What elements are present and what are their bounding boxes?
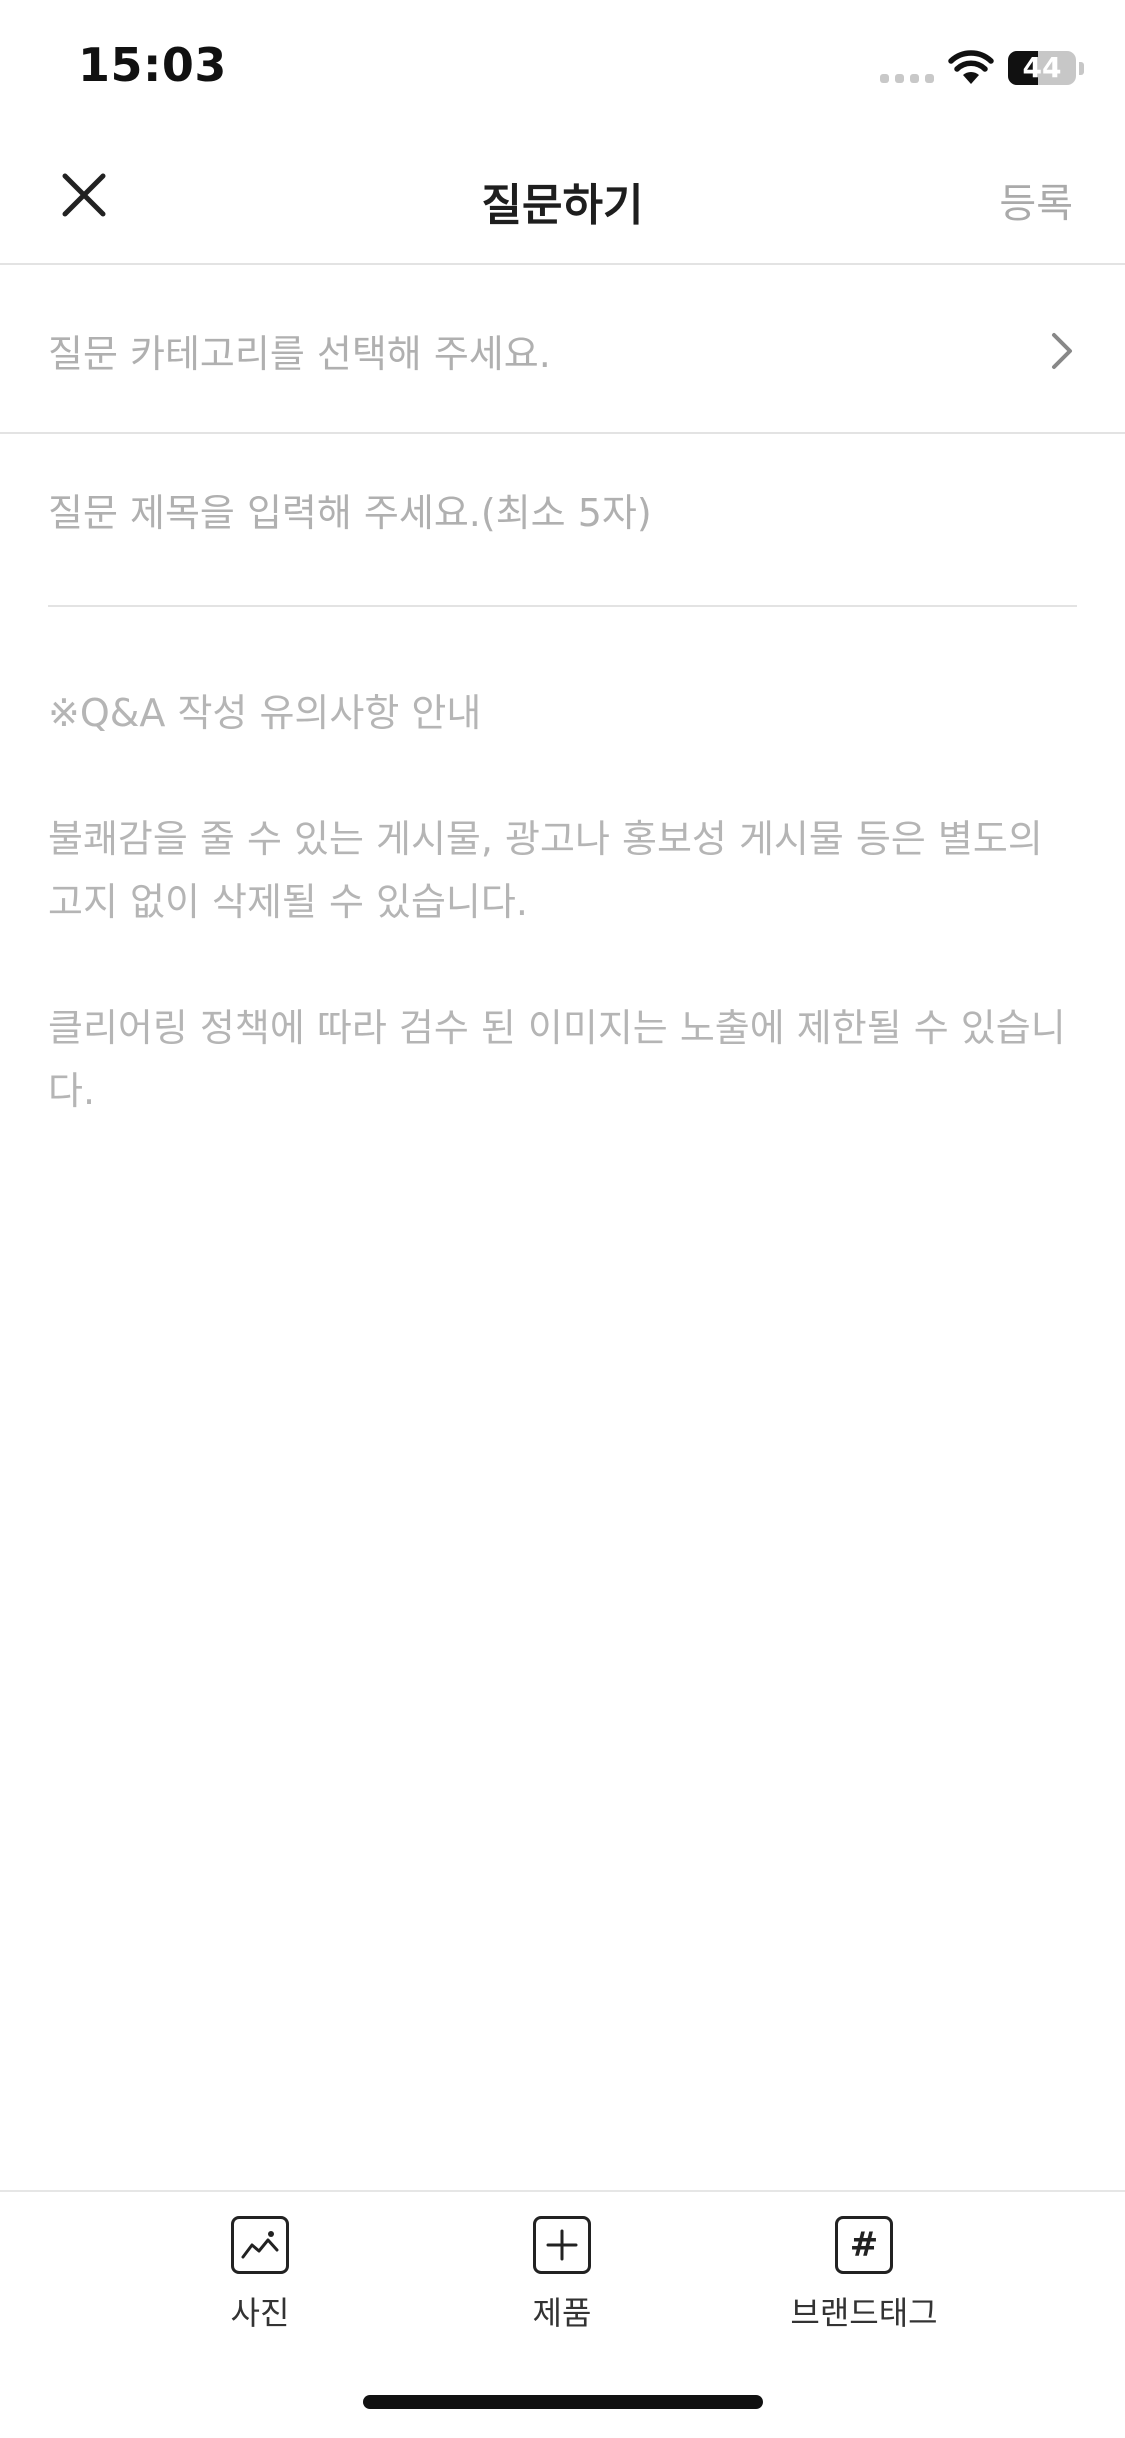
guide-paragraph: 클리어링 정책에 따라 검수 된 이미지는 노출에 제한될 수 있습니다. xyxy=(48,1006,1066,1113)
divider xyxy=(48,605,1077,607)
chevron-right-icon xyxy=(1052,333,1072,369)
question-body-area[interactable]: ※Q&A 작성 유의사항 안내 불쾌감을 줄 수 있는 게시물, 광고나 홍보성… xyxy=(48,682,1083,1186)
battery-percent: 44 xyxy=(1022,51,1062,84)
register-button[interactable]: 등록 xyxy=(999,171,1073,229)
brandtag-label: 브랜드태그 xyxy=(790,2294,938,2332)
product-label: 제품 xyxy=(532,2294,592,2332)
question-title-input[interactable] xyxy=(48,483,1077,543)
product-button[interactable]: 제품 xyxy=(452,2216,672,2334)
brandtag-button[interactable]: # 브랜드태그 xyxy=(754,2216,974,2334)
photo-icon xyxy=(231,2216,289,2274)
wifi-icon xyxy=(948,50,994,84)
plus-icon xyxy=(533,2216,591,2274)
home-indicator[interactable] xyxy=(363,2395,763,2409)
status-time: 15:03 xyxy=(78,38,227,92)
hashtag-glyph: # xyxy=(849,2225,879,2265)
status-bar: 15:03 44 xyxy=(0,0,1125,135)
photo-label: 사진 xyxy=(230,2294,290,2332)
category-selector[interactable]: 질문 카테고리를 선택해 주세요. xyxy=(0,265,1125,434)
photo-button[interactable]: 사진 xyxy=(150,2216,370,2334)
battery-icon: 44 xyxy=(1008,51,1076,85)
page-title: 질문하기 xyxy=(481,180,644,231)
hashtag-icon: # xyxy=(835,2216,893,2274)
battery-nub xyxy=(1079,62,1084,75)
guide-paragraph: 불쾌감을 줄 수 있는 게시물, 광고나 홍보성 게시물 등은 별도의 고지 없… xyxy=(48,817,1043,924)
guide-heading: ※Q&A 작성 유의사항 안내 xyxy=(48,691,482,735)
nav-bar: 질문하기 등록 xyxy=(0,135,1125,265)
cellular-signal-icon xyxy=(880,74,934,83)
category-placeholder: 질문 카테고리를 선택해 주세요. xyxy=(48,332,551,376)
